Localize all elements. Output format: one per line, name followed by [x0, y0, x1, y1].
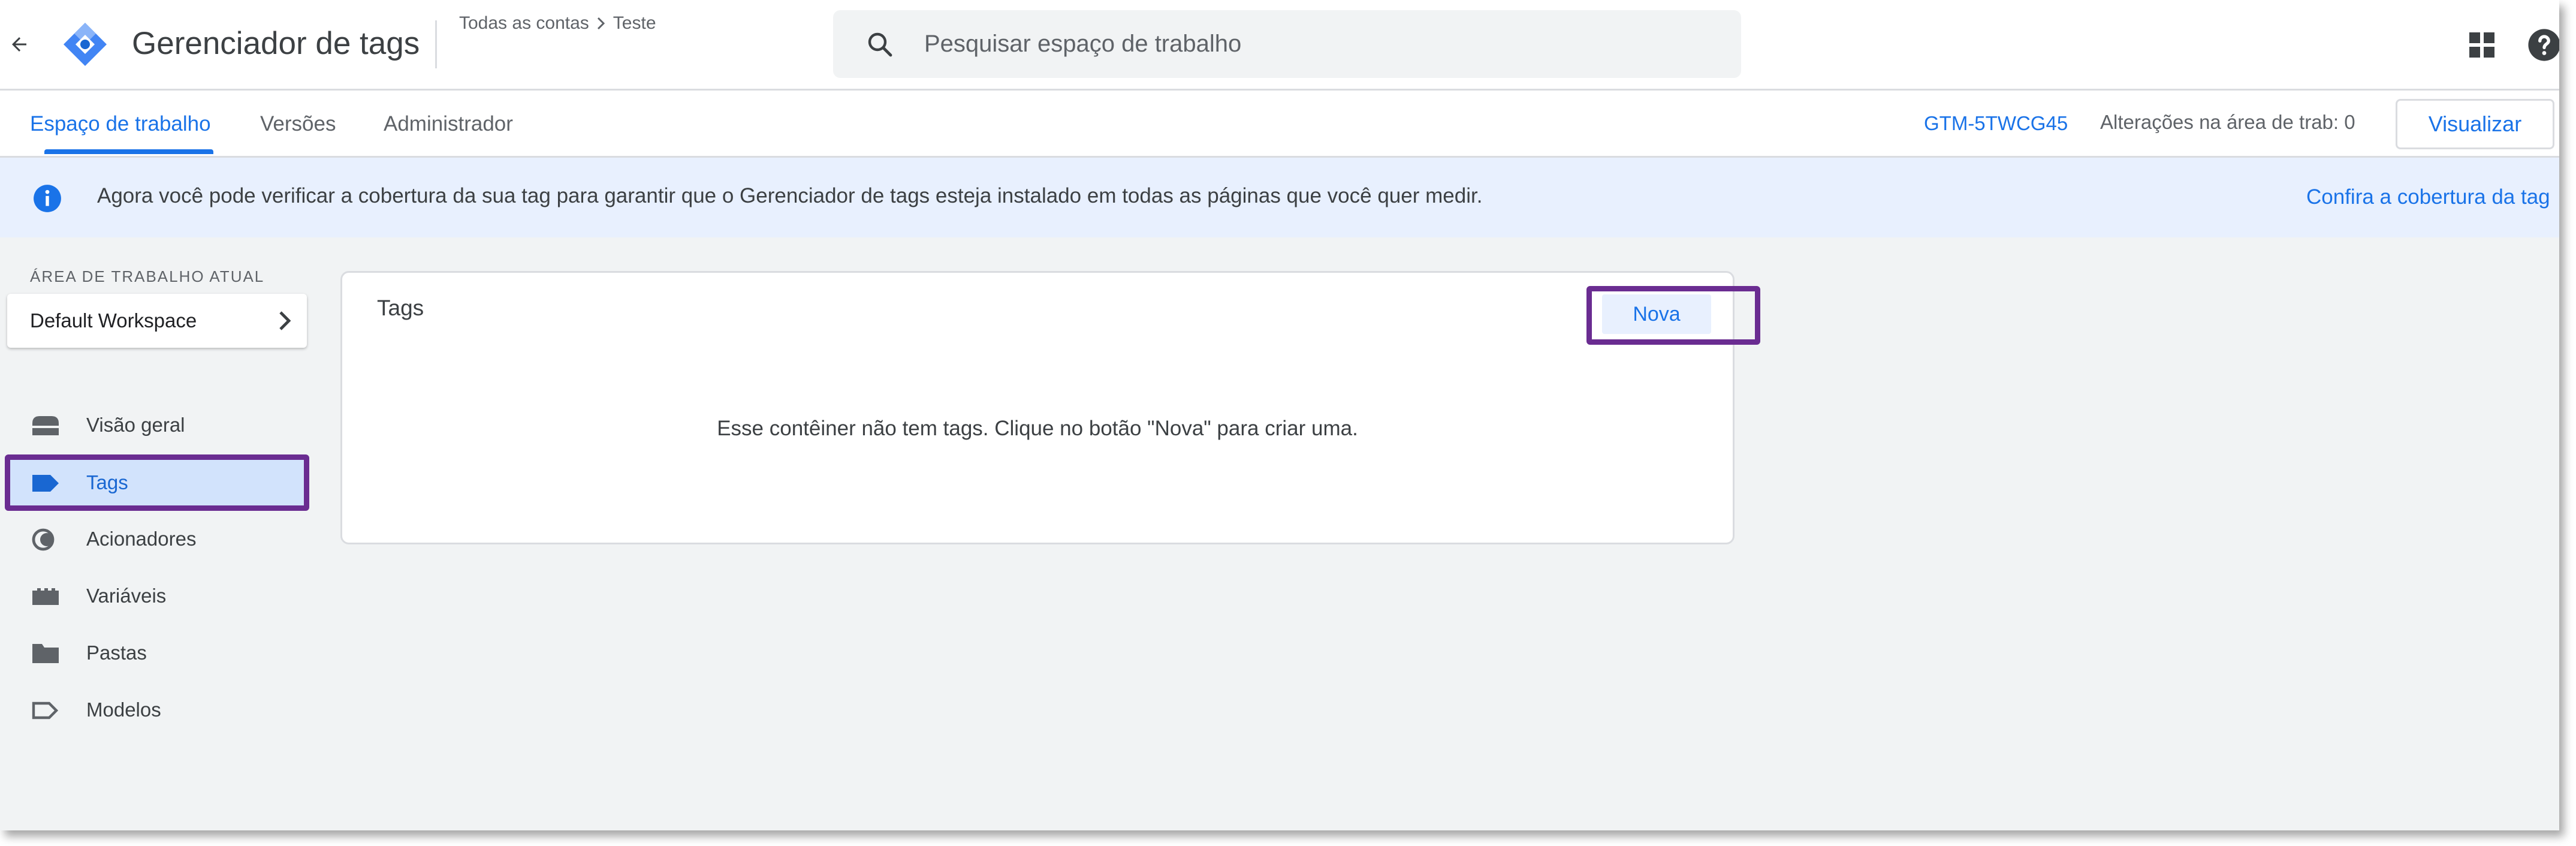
chevron-right-icon [597, 17, 605, 30]
tags-panel: Tags Nova Esse contêiner não tem tags. C… [340, 271, 1760, 544]
template-icon [32, 702, 59, 719]
back-arrow-icon[interactable] [8, 32, 30, 56]
preview-button[interactable]: Visualizar [2396, 99, 2554, 149]
sidebar-item-label: Visão geral [86, 414, 185, 436]
apps-grid-icon[interactable] [2469, 32, 2494, 58]
search-input[interactable] [924, 10, 1703, 78]
sidebar-item-label: Modelos [86, 699, 161, 721]
sidebar-item-triggers[interactable]: Acionadores [7, 513, 307, 565]
search-icon [868, 32, 892, 57]
workspace-selector[interactable]: Default Workspace [7, 294, 307, 348]
top-bar: Gerenciador de tags Todas as contas Test… [0, 0, 2559, 91]
search-bar[interactable] [833, 10, 1741, 78]
breadcrumb[interactable]: Todas as contas Teste [459, 13, 656, 34]
sidebar-item-folders[interactable]: Pastas [7, 627, 307, 679]
banner-message: Agora você pode verificar a cobertura da… [97, 184, 1483, 207]
workspace-name: Default Workspace [30, 309, 197, 332]
tab-bar: Espaço de trabalho Versões Administrador… [0, 91, 2559, 158]
tags-nav-highlight [5, 454, 309, 511]
tab-workspace[interactable]: Espaço de trabalho [30, 112, 211, 136]
folder-icon [32, 644, 59, 663]
current-workspace-label: ÁREA DE TRABALHO ATUAL [30, 267, 265, 285]
chevron-right-icon [279, 311, 291, 330]
trigger-icon [32, 528, 55, 551]
tab-versions[interactable]: Versões [260, 112, 336, 136]
sidebar-item-variables[interactable]: Variáveis [7, 570, 307, 622]
tags-panel-title: Tags [377, 296, 424, 320]
new-button-highlight [1586, 286, 1760, 345]
sidebar-item-label: Pastas [86, 642, 147, 664]
sidebar-item-templates[interactable]: Modelos [7, 684, 307, 736]
overview-icon [32, 416, 59, 435]
sidebar-item-label: Acionadores [86, 528, 197, 550]
tab-admin[interactable]: Administrador [384, 112, 513, 136]
app-title: Gerenciador de tags [132, 26, 420, 61]
breadcrumb-container[interactable]: Teste [613, 13, 656, 34]
title-divider [435, 20, 437, 68]
gtm-window: Gerenciador de tags Todas as contas Test… [0, 0, 2559, 830]
tag-coverage-link[interactable]: Confira a cobertura da tag [2306, 185, 2550, 209]
sidebar-item-overview[interactable]: Visão geral [7, 399, 307, 451]
help-icon[interactable] [2527, 28, 2559, 62]
variables-icon [32, 588, 59, 605]
sidebar-item-label: Variáveis [86, 585, 167, 607]
breadcrumb-account[interactable]: Todas as contas [459, 13, 589, 34]
empty-tags-message: Esse contêiner não tem tags. Clique no b… [717, 417, 1358, 440]
workspace-changes-count: Alterações na área de trab: 0 [2100, 111, 2355, 133]
tag-manager-logo-icon[interactable] [61, 20, 109, 68]
info-icon [34, 185, 61, 212]
active-tab-indicator [44, 149, 213, 154]
info-banner: Agora você pode verificar a cobertura da… [0, 158, 2559, 237]
main-content: ÁREA DE TRABALHO ATUAL Default Workspace… [0, 237, 2559, 830]
container-id-link[interactable]: GTM-5TWCG45 [1924, 112, 2068, 135]
